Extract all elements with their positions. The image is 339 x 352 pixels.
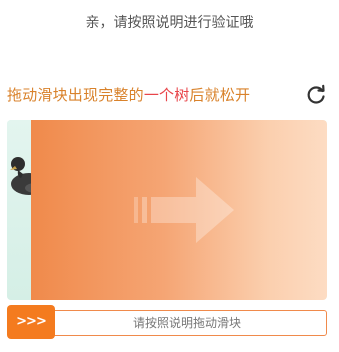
chevrons-right-icon: >>> xyxy=(16,314,47,329)
captcha-instruction: 拖动滑块出现完整的一个树后就松开 xyxy=(7,84,250,105)
slider-handle[interactable]: >>> xyxy=(7,305,55,339)
instruction-target: 一个树 xyxy=(143,86,190,104)
slider-hint: 请按照说明拖动滑块 xyxy=(132,316,241,330)
puzzle-overlay xyxy=(31,120,327,300)
captcha-page: 亲，请按照说明进行验证哦 拖动滑块出现完整的一个树后就松开 请按照说明拖动滑块 xyxy=(0,0,339,352)
refresh-icon[interactable] xyxy=(305,84,327,106)
verification-prompt: 亲，请按照说明进行验证哦 xyxy=(85,15,254,31)
scene-background xyxy=(7,120,33,300)
instruction-text-pre: 拖动滑块出现完整的 xyxy=(7,86,144,104)
captcha-image xyxy=(7,120,327,300)
slider-track[interactable]: 请按照说明拖动滑块 xyxy=(7,310,327,336)
instruction-text-post: 后就松开 xyxy=(189,86,251,104)
arrow-right-icon xyxy=(134,177,234,243)
